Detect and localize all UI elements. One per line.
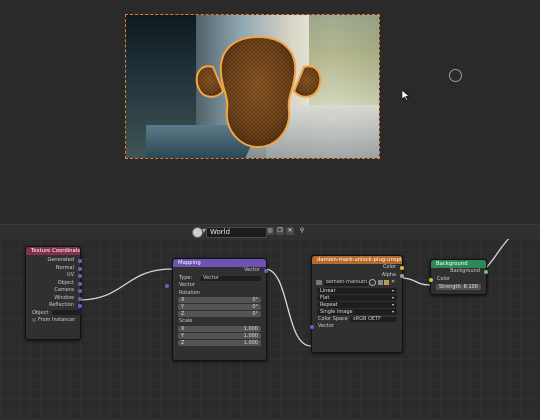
output-object: Object xyxy=(26,280,82,288)
socket-icon[interactable] xyxy=(400,273,404,278)
output-color: Color xyxy=(312,264,404,272)
socket-icon[interactable] xyxy=(78,274,82,278)
image-name-field[interactable]: damien-markuth... xyxy=(323,280,368,286)
environment-texture-node[interactable]: damien-mark-unlock-plug-unsplash.jpg Col… xyxy=(310,255,404,353)
background-node[interactable]: Background Background Color Strength 8.10… xyxy=(429,259,488,295)
node-editor-header: ▾ World ◎ ❐ ✕ ⚲ xyxy=(0,224,540,240)
rotation-z-field[interactable]: Z 0° xyxy=(178,311,261,317)
socket-icon[interactable] xyxy=(78,289,82,293)
suzanne-monkey-mesh[interactable] xyxy=(191,33,326,151)
socket-icon[interactable] xyxy=(165,284,169,288)
node-editor-canvas[interactable]: Texture Coordinate Generated Normal UV O… xyxy=(0,239,540,420)
input-vector: Vector xyxy=(165,282,266,290)
strength-field[interactable]: Strength 8.100 xyxy=(436,284,481,290)
socket-icon[interactable] xyxy=(78,259,82,263)
object-row[interactable]: Object xyxy=(26,309,82,318)
pin-icon[interactable]: ⚲ xyxy=(298,227,306,235)
mapping-node[interactable]: Mapping Vector Type: Vector Vector Rotat… xyxy=(165,258,268,361)
image-selector-row[interactable]: damien-markuth... ✕ xyxy=(312,279,402,287)
color-space-dropdown[interactable]: sRGB OETF xyxy=(350,316,397,322)
socket-icon[interactable] xyxy=(484,270,488,274)
duplicate-icon[interactable]: ❐ xyxy=(276,227,284,235)
close-icon[interactable]: ✕ xyxy=(391,279,395,285)
socket-icon[interactable] xyxy=(429,277,433,282)
fake-user-icon[interactable] xyxy=(369,279,377,287)
socket-icon[interactable] xyxy=(78,304,82,308)
scale-z-field[interactable]: Z 1.000 xyxy=(178,339,261,346)
output-reflection: Reflection xyxy=(26,302,82,310)
color-space-row: Color Space sRGB OETF xyxy=(312,316,402,324)
socket-icon[interactable] xyxy=(310,325,314,329)
socket-icon[interactable] xyxy=(264,269,268,273)
rotation-y-field[interactable]: Y 0° xyxy=(178,304,261,310)
duplicate-icon[interactable] xyxy=(377,280,383,286)
scale-y-field[interactable]: Y 1.000 xyxy=(178,332,261,339)
output-generated: Generated xyxy=(26,257,82,265)
extension-dropdown[interactable]: Repeat ▾ xyxy=(317,301,397,308)
projection-dropdown[interactable]: Flat ▾ xyxy=(317,294,397,301)
3d-cursor[interactable] xyxy=(449,69,462,82)
object-field[interactable] xyxy=(51,309,82,315)
node-title: Texture Coordinate xyxy=(26,247,80,255)
type-row: Type: Vector xyxy=(173,275,266,283)
socket-icon[interactable] xyxy=(78,281,82,286)
folder-icon[interactable] xyxy=(384,280,390,286)
node-title: Background xyxy=(431,260,486,268)
3d-viewport[interactable] xyxy=(0,0,540,224)
output-uv: UV xyxy=(26,272,82,280)
type-dropdown[interactable]: Vector xyxy=(200,275,261,281)
output-camera: Camera xyxy=(26,287,82,295)
rotation-label: Rotation xyxy=(179,289,200,296)
render-preview xyxy=(125,14,380,159)
output-background: Background xyxy=(431,268,488,276)
socket-icon[interactable] xyxy=(400,266,404,270)
source-dropdown[interactable]: Single Image ▾ xyxy=(317,308,397,315)
checkbox[interactable] xyxy=(32,317,36,322)
socket-icon[interactable] xyxy=(78,266,82,271)
output-alpha: Alpha xyxy=(312,272,404,280)
scale-x-field[interactable]: X 1.000 xyxy=(178,325,261,332)
scale-label: Scale xyxy=(179,318,193,324)
interpolation-dropdown[interactable]: Linear ▾ xyxy=(317,287,397,294)
output-window: Window xyxy=(26,295,82,303)
world-name-field[interactable]: World xyxy=(206,227,267,238)
node-title: Mapping xyxy=(173,259,266,267)
node-title: damien-mark-unlock-plug-unsplash.jpg xyxy=(312,256,402,264)
output-normal: Normal xyxy=(26,265,82,273)
input-color: Color xyxy=(429,276,486,284)
fake-user-icon[interactable]: ◎ xyxy=(266,227,274,235)
from-instancer-row[interactable]: From Instancer xyxy=(26,317,80,325)
input-vector: Vector xyxy=(310,323,402,331)
mouse-pointer-icon xyxy=(402,90,410,101)
output-vector: Vector xyxy=(173,267,268,275)
close-icon[interactable]: ✕ xyxy=(286,227,294,235)
image-icon[interactable] xyxy=(316,280,322,286)
socket-icon[interactable] xyxy=(78,296,82,301)
rotation-x-field[interactable]: X 0° xyxy=(178,297,261,303)
texture-coordinate-node[interactable]: Texture Coordinate Generated Normal UV O… xyxy=(25,246,82,340)
